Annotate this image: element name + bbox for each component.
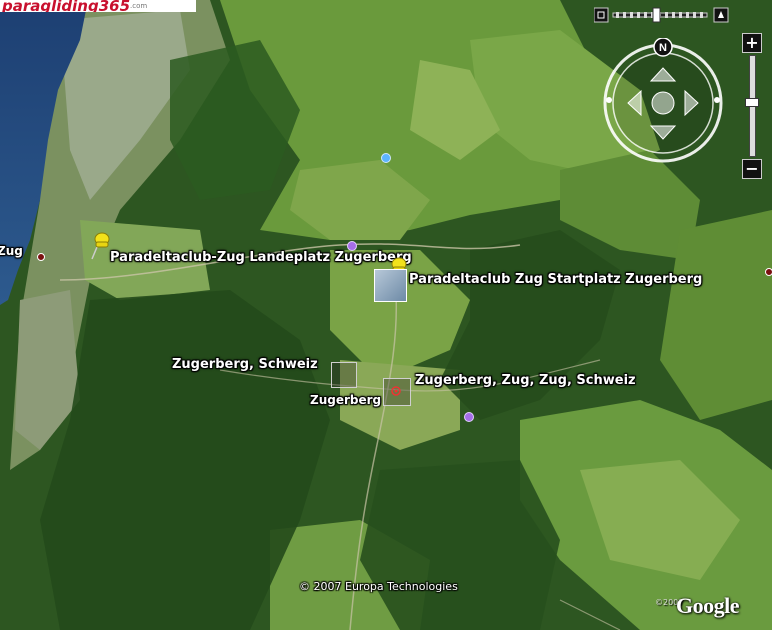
zoom-thumb[interactable] bbox=[745, 98, 759, 107]
navigation-compass[interactable]: N bbox=[601, 38, 725, 164]
map-view[interactable]: paragliding365.com N + − Paradeltaclub-Z… bbox=[0, 0, 772, 630]
placemark-square-icon[interactable] bbox=[331, 362, 357, 388]
town-dot-icon[interactable] bbox=[36, 252, 46, 262]
google-logo: Google bbox=[676, 593, 740, 618]
paragliding365-logo[interactable]: paragliding365.com bbox=[0, 0, 196, 12]
purple-dot-icon[interactable] bbox=[346, 240, 358, 252]
copyright-text: © 2007 Europa Technologies bbox=[299, 580, 458, 593]
north-button[interactable]: N bbox=[653, 38, 673, 57]
purple-dot-icon[interactable] bbox=[463, 411, 475, 423]
placemark-landeplatz-label[interactable]: Paradeltaclub-Zug Landeplatz Zugerberg bbox=[110, 250, 412, 265]
zoom-in-button[interactable]: + bbox=[742, 33, 762, 53]
placemark-zugerberg-zug-label[interactable]: Zugerberg, Zug, Zug, Schweiz bbox=[415, 373, 636, 388]
placemark-startplatz-label[interactable]: Paradeltaclub Zug Startplatz Zugerberg bbox=[409, 272, 702, 287]
placemark-zug-label[interactable]: Zug bbox=[0, 244, 23, 258]
target-icon bbox=[391, 386, 401, 396]
north-label: N bbox=[659, 42, 667, 54]
logo-text-part1: paragliding bbox=[2, 0, 99, 12]
view-controls-bar[interactable] bbox=[594, 7, 734, 23]
logo-text-part3: .com bbox=[130, 2, 148, 10]
town-dot-icon[interactable] bbox=[764, 267, 772, 277]
zoom-out-button[interactable]: − bbox=[742, 159, 762, 179]
placemark-zugerberg-schweiz-label[interactable]: Zugerberg, Schweiz bbox=[172, 357, 318, 372]
zoom-slider[interactable]: + − bbox=[742, 33, 762, 179]
blue-dot-icon[interactable] bbox=[380, 152, 392, 164]
photo-thumbnail[interactable] bbox=[374, 269, 407, 302]
logo-text-part2: 365 bbox=[98, 0, 131, 12]
placemark-zugerberg-label[interactable]: Zugerberg bbox=[310, 393, 381, 407]
